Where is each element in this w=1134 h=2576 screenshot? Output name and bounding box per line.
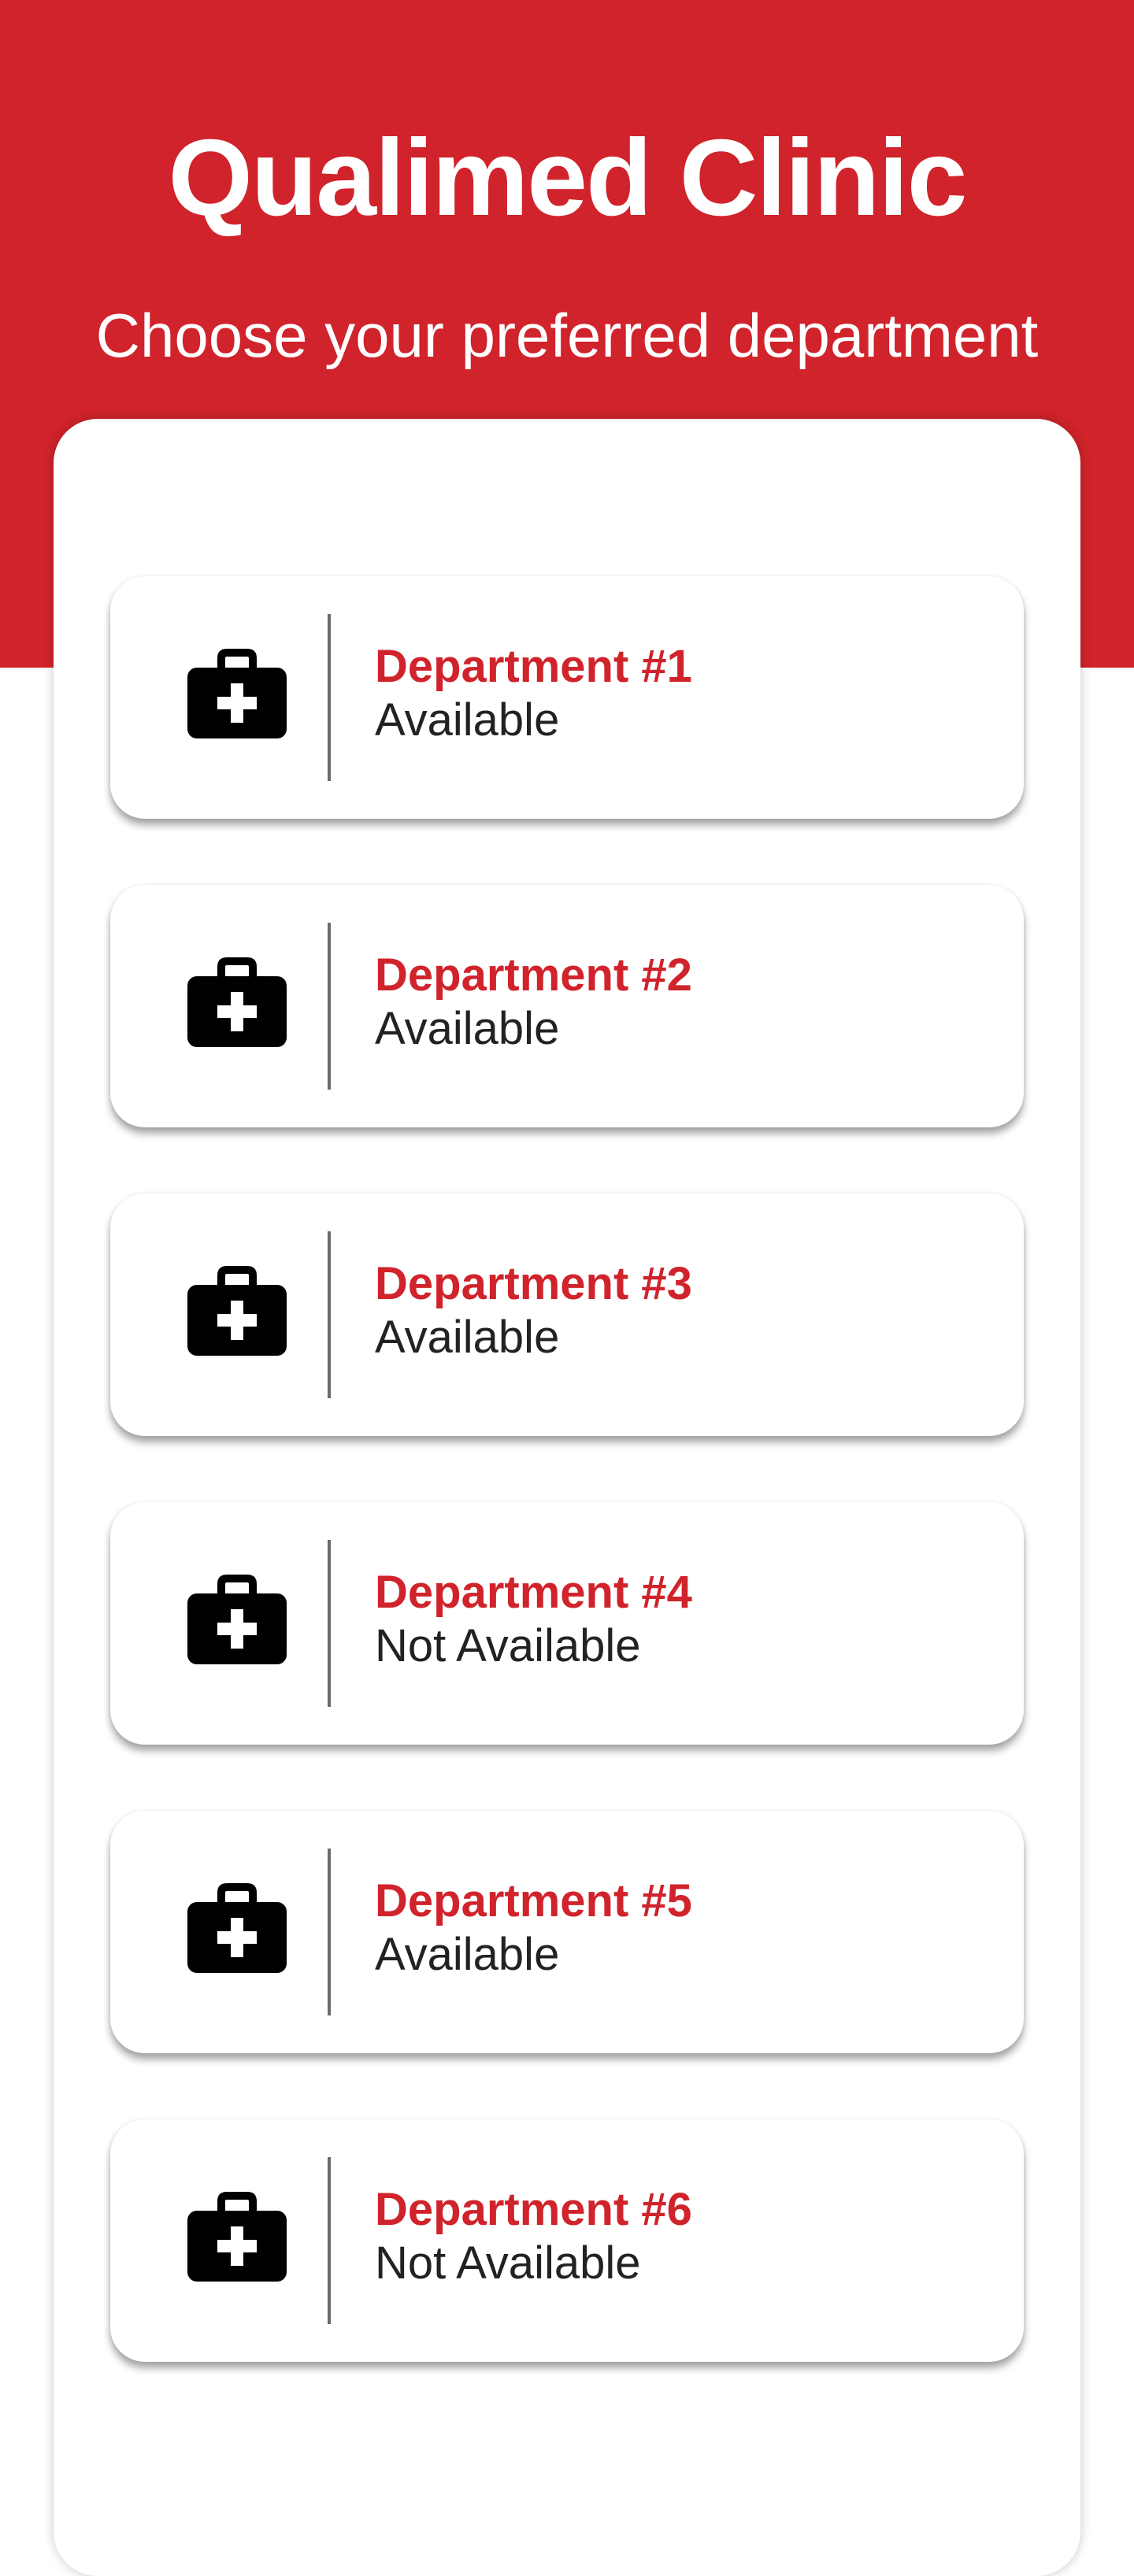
department-card-5[interactable]: Department #5 Available <box>110 1811 1024 2053</box>
department-name: Department #5 <box>375 1875 692 1926</box>
page-subtitle: Choose your preferred department <box>95 301 1039 370</box>
department-status: Not Available <box>375 1620 641 1671</box>
department-name: Department #2 <box>375 949 692 1001</box>
card-divider <box>328 614 331 781</box>
card-divider <box>328 1540 331 1707</box>
department-card-4[interactable]: Department #4 Not Available <box>110 1502 1024 1745</box>
medical-bag-icon <box>187 1575 287 1664</box>
department-status: Available <box>375 1929 560 1980</box>
department-status: Available <box>375 1003 560 1054</box>
card-divider <box>328 1231 331 1398</box>
medical-bag-icon <box>187 957 287 1047</box>
department-name: Department #4 <box>375 1567 692 1618</box>
department-card-1[interactable]: Department #1 Available <box>110 576 1024 819</box>
department-status: Not Available <box>375 2237 641 2289</box>
department-name: Department #3 <box>375 1258 692 1309</box>
card-divider <box>328 923 331 1090</box>
medical-bag-icon <box>187 2192 287 2282</box>
department-name: Department #1 <box>375 641 692 692</box>
department-card-6[interactable]: Department #6 Not Available <box>110 2119 1024 2362</box>
medical-bag-icon <box>187 1266 287 1356</box>
department-status: Available <box>375 1312 560 1363</box>
department-status: Available <box>375 694 560 746</box>
department-name: Department #6 <box>375 2184 692 2235</box>
medical-bag-icon <box>187 649 287 738</box>
department-card-3[interactable]: Department #3 Available <box>110 1194 1024 1436</box>
page-title: Qualimed Clinic <box>168 117 968 239</box>
card-divider <box>328 2157 331 2324</box>
department-card-2[interactable]: Department #2 Available <box>110 885 1024 1127</box>
card-divider <box>328 1849 331 2015</box>
medical-bag-icon <box>187 1883 287 1973</box>
